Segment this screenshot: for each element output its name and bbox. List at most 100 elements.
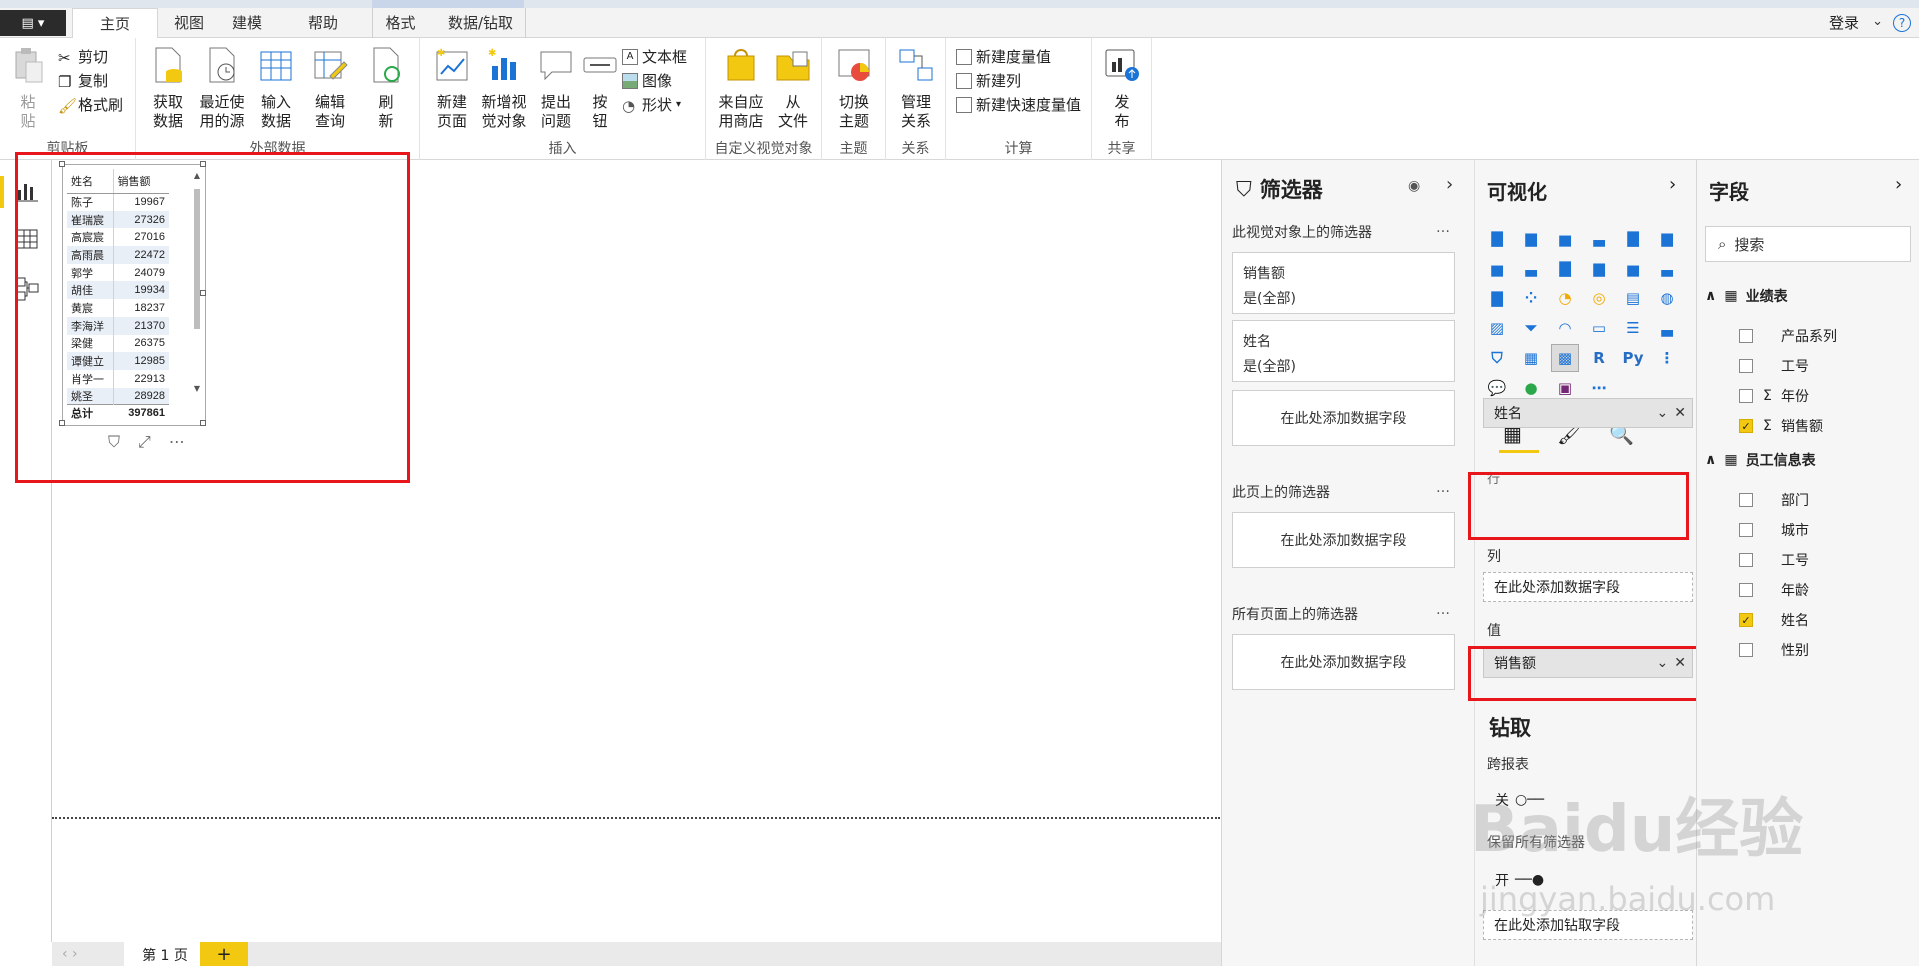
buttons-button[interactable]: 按 钮 [580, 46, 620, 131]
slicer-visual-icon[interactable]: ⛉ [1483, 344, 1511, 372]
tab-home[interactable]: 主页 [72, 8, 158, 39]
clustered-column-visual-icon[interactable]: ▃ [1585, 224, 1613, 252]
field-checkbox-checked[interactable]: ✓ [1739, 613, 1753, 627]
format-painter-button[interactable]: 🖌 格式刷 [58, 94, 123, 115]
quick-measure-button[interactable]: 新建快速度量值 [956, 94, 1081, 115]
python-visual-visual-icon[interactable]: Py [1619, 344, 1647, 372]
field-item[interactable]: 性别 [1739, 640, 1809, 660]
manage-relations-button[interactable]: 管理 关系 [894, 46, 938, 131]
field-item[interactable]: ✓ Σ 销售额 [1739, 416, 1823, 436]
from-file-button[interactable]: 从 文件 [774, 46, 812, 131]
table-node-employee-info[interactable]: ∧ ▦ 员工信息表 [1705, 450, 1816, 470]
recent-sources-button[interactable]: 最近使 用的源 [192, 46, 252, 131]
all-pages-filters-more-icon[interactable]: … [1436, 602, 1450, 618]
field-item[interactable]: Σ 年份 [1739, 386, 1809, 406]
tab-data-drill[interactable]: 数据/钻取 [436, 8, 526, 38]
rows-well-field[interactable]: 姓名 ⌄ ✕ [1483, 398, 1693, 428]
keep-filters-toggle[interactable]: 开 ──● [1495, 870, 1544, 890]
add-page-button[interactable]: + [200, 942, 248, 966]
cross-report-toggle[interactable]: 关 ○── [1495, 790, 1544, 810]
collapse-ribbon-icon[interactable]: ⌄ [1872, 14, 1883, 32]
gauge-visual-icon[interactable]: ◠ [1551, 314, 1579, 342]
area-visual-icon[interactable]: ▃ [1517, 254, 1545, 282]
eye-icon[interactable]: ◉ [1408, 178, 1420, 194]
collapse-caret-icon[interactable]: ∧ [1705, 452, 1716, 468]
drillthrough-drop-zone[interactable]: 在此处添加钻取字段 [1483, 910, 1693, 940]
fields-search-box[interactable]: ⌕ 搜索 [1705, 226, 1911, 262]
filled-map-visual-icon[interactable]: ▨ [1483, 314, 1511, 342]
file-menu-button[interactable]: ▤ ▾ [0, 10, 66, 36]
remove-field-x-icon[interactable]: ✕ [1674, 405, 1686, 421]
field-item[interactable]: 工号 [1739, 550, 1809, 570]
donut-visual-icon[interactable]: ◎ [1585, 284, 1613, 312]
tab-view[interactable]: 视图 [166, 8, 212, 38]
tab-modeling[interactable]: 建模 [224, 8, 270, 38]
page-filters-more-icon[interactable]: … [1436, 480, 1450, 496]
stacked-area-visual-icon[interactable]: ▇ [1551, 254, 1579, 282]
field-item[interactable]: 年龄 [1739, 580, 1809, 600]
pie-visual-icon[interactable]: ◔ [1551, 284, 1579, 312]
page-tab-1[interactable]: 第 1 页 [124, 942, 206, 966]
field-item[interactable]: 城市 [1739, 520, 1809, 540]
publish-button[interactable]: 发 布 [1100, 46, 1144, 131]
visual-filters-more-icon[interactable]: … [1436, 220, 1450, 236]
login-link[interactable]: 登录 [1829, 8, 1859, 38]
copy-button[interactable]: ❐ 复制 [58, 70, 108, 91]
get-data-button[interactable]: 获取 数据 [144, 46, 192, 131]
field-checkbox[interactable] [1739, 643, 1753, 657]
field-dropdown-chevron-icon[interactable]: ⌄ [1657, 405, 1669, 421]
all-pages-filter-drop-zone[interactable]: 在此处添加数据字段 [1232, 634, 1455, 690]
matrix-visual-icon[interactable]: ▩ [1551, 344, 1579, 372]
multirow-card-visual-icon[interactable]: ☰ [1619, 314, 1647, 342]
waterfall-visual-icon[interactable]: ▇ [1483, 284, 1511, 312]
field-checkbox-checked[interactable]: ✓ [1739, 419, 1753, 433]
page-filter-drop-zone[interactable]: 在此处添加数据字段 [1232, 512, 1455, 568]
edit-queries-button[interactable]: 编辑 查询 [306, 46, 354, 131]
scatter-visual-icon[interactable]: ⁘ [1517, 284, 1545, 312]
line-column-visual-icon[interactable]: ▆ [1585, 254, 1613, 282]
stacked-bar-visual-icon[interactable]: ▇ [1483, 224, 1511, 252]
field-checkbox[interactable] [1739, 389, 1753, 403]
help-icon[interactable]: ? [1893, 14, 1911, 32]
shapes-button[interactable]: ◔ 形状 ▾ [622, 94, 681, 115]
field-checkbox[interactable] [1739, 359, 1753, 373]
field-checkbox[interactable] [1739, 329, 1753, 343]
field-item[interactable]: 工号 [1739, 356, 1809, 376]
prev-page-arrow-icon[interactable]: ‹ › [62, 946, 78, 962]
enter-data-button[interactable]: 输入 数据 [256, 46, 296, 131]
ribbon-visual-icon[interactable]: ▃ [1653, 254, 1681, 282]
ask-question-button[interactable]: 提出 问题 [534, 46, 578, 131]
visual-filter-drop-zone[interactable]: 在此处添加数据字段 [1232, 390, 1455, 446]
collapse-filters-chevron-icon[interactable]: › [1446, 174, 1453, 195]
map-visual-icon[interactable]: ◍ [1653, 284, 1681, 312]
new-measure-button[interactable]: 新建度量值 [956, 46, 1051, 67]
columns-well-drop-zone[interactable]: 在此处添加数据字段 [1483, 572, 1693, 602]
filter-card-name[interactable]: 姓名 是(全部) [1232, 320, 1455, 382]
image-button[interactable]: 图像 [622, 70, 672, 91]
kpi-visual-icon[interactable]: ▃ [1653, 314, 1681, 342]
field-checkbox[interactable] [1739, 583, 1753, 597]
field-item[interactable]: 产品系列 [1739, 326, 1837, 346]
marketplace-button[interactable]: 来自应 用商店 [716, 46, 766, 131]
new-column-button[interactable]: 新建列 [956, 70, 1021, 91]
new-page-button[interactable]: ✱ 新建 页面 [430, 46, 474, 131]
textbox-button[interactable]: A 文本框 [622, 46, 687, 67]
card-visual-icon[interactable]: ▭ [1585, 314, 1613, 342]
funnel-visual-icon[interactable]: ⏷ [1517, 314, 1545, 342]
line-clustered-visual-icon[interactable]: ▅ [1619, 254, 1647, 282]
table-visual-icon[interactable]: ▦ [1517, 344, 1545, 372]
paste-button[interactable]: 粘 贴 [10, 46, 46, 131]
collapse-caret-icon[interactable]: ∧ [1705, 288, 1716, 304]
stacked-column-visual-icon[interactable]: ▆ [1517, 224, 1545, 252]
100-bar-visual-icon[interactable]: ▇ [1619, 224, 1647, 252]
treemap-visual-icon[interactable]: ▤ [1619, 284, 1647, 312]
collapse-fields-chevron-icon[interactable]: › [1895, 174, 1902, 195]
filter-card-sales[interactable]: 销售额 是(全部) [1232, 252, 1455, 314]
table-node-performance[interactable]: ∧ ▦ 业绩表 [1705, 286, 1788, 306]
refresh-button[interactable]: 刷 新 [368, 46, 404, 131]
cut-button[interactable]: ✂ 剪切 [58, 46, 108, 67]
key-influencers-visual-icon[interactable]: ⋮ [1653, 344, 1681, 372]
r-visual-visual-icon[interactable]: R [1585, 344, 1613, 372]
field-checkbox[interactable] [1739, 523, 1753, 537]
tab-help[interactable]: 帮助 [300, 8, 346, 38]
